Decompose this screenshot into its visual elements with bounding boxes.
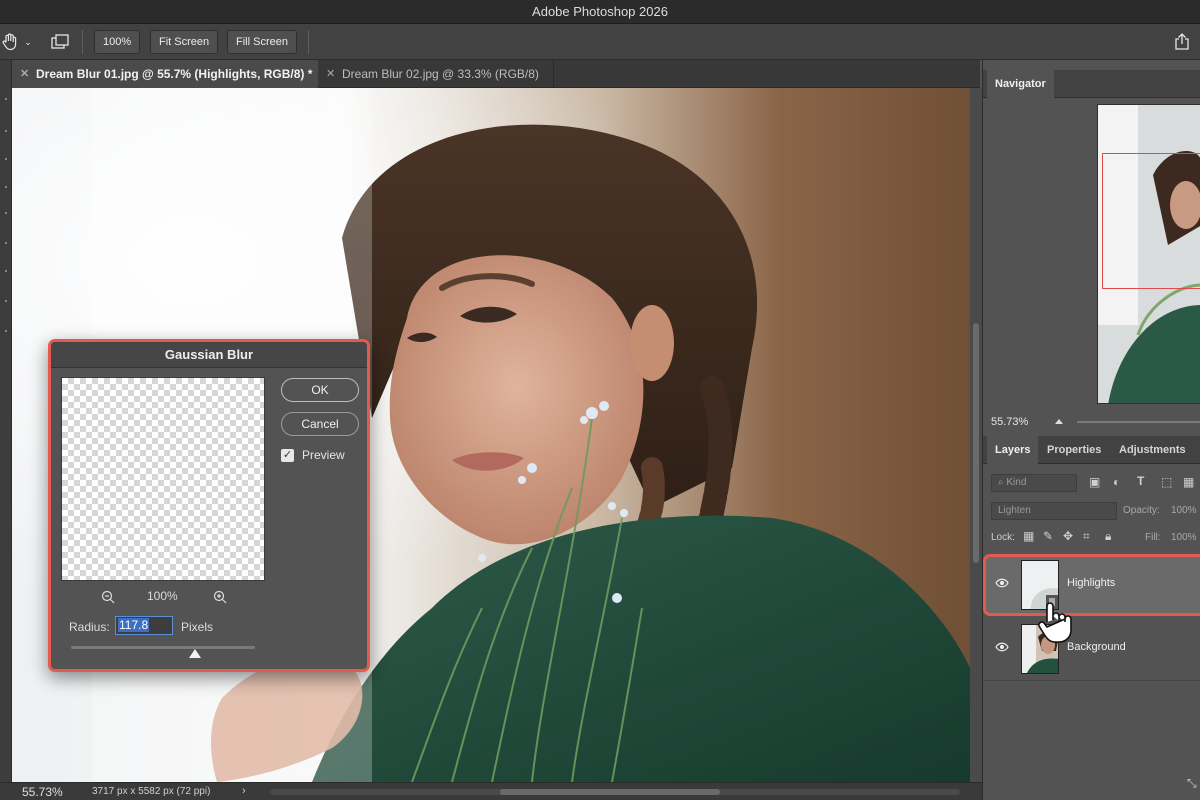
- preview-checkbox[interactable]: ✓: [281, 449, 294, 462]
- radius-label: Radius:: [69, 620, 110, 634]
- dialog-title: Gaussian Blur: [51, 342, 367, 368]
- vertical-scrollbar[interactable]: [970, 88, 982, 782]
- separator: [308, 30, 309, 54]
- navigator-zoom-slider[interactable]: [1047, 412, 1200, 428]
- opacity-value[interactable]: 100%: [1171, 505, 1197, 516]
- fill-value[interactable]: 100%: [1171, 532, 1197, 543]
- separator: [82, 30, 83, 54]
- tab-dream-blur-01[interactable]: ✕ Dream Blur 01.jpg @ 55.7% (Highlights,…: [12, 60, 318, 88]
- radius-unit: Pixels: [181, 620, 214, 634]
- tab-adjustments[interactable]: Adjustments: [1111, 436, 1194, 464]
- image-filter-icon[interactable]: ▣: [1089, 475, 1100, 489]
- tab-navigator[interactable]: Navigator: [987, 70, 1054, 98]
- gaussian-blur-dialog: Gaussian Blur OK Cancel ✓ Preview 100% R…: [48, 339, 370, 672]
- shape-filter-icon[interactable]: ⬚: [1161, 475, 1172, 489]
- type-filter-icon[interactable]: T: [1137, 474, 1144, 488]
- lock-paint-icon[interactable]: ✎: [1043, 529, 1053, 543]
- share-icon[interactable]: [1170, 30, 1194, 54]
- opacity-label: Opacity:: [1123, 505, 1160, 516]
- document-tabs: ✕ Dream Blur 01.jpg @ 55.7% (Highlights,…: [12, 60, 980, 88]
- blend-mode-value: Lighten: [998, 505, 1031, 516]
- layers-tabs: Layers Properties Adjustments: [983, 436, 1200, 464]
- close-icon[interactable]: ✕: [326, 60, 335, 88]
- right-panels: Navigator 55.73% Layers Properties Adjus…: [982, 60, 1200, 800]
- document-dimensions: 3717 px x 5582 px (72 ppi): [92, 786, 211, 797]
- adjustment-filter-icon[interactable]: ◐: [1113, 475, 1120, 489]
- radius-input[interactable]: 117.8: [115, 616, 173, 635]
- pointer-hand-icon: [1038, 602, 1072, 643]
- fill-screen-button[interactable]: Fill Screen: [227, 30, 297, 54]
- lock-transparent-icon[interactable]: ▦: [1023, 529, 1034, 543]
- layer-divider: [983, 680, 1200, 681]
- tool-strip[interactable]: [0, 60, 12, 782]
- status-menu-arrow[interactable]: ›: [242, 785, 246, 797]
- eye-icon[interactable]: [995, 578, 1009, 588]
- scrollbar-thumb[interactable]: [973, 323, 979, 563]
- tab-layers[interactable]: Layers: [987, 436, 1039, 464]
- zoom-100-button[interactable]: 100%: [94, 30, 141, 54]
- tab-dream-blur-02[interactable]: ✕ Dream Blur 02.jpg @ 33.3% (RGB/8): [318, 60, 554, 88]
- layer-filter-icons: ▣ ◐ T ⬚ ▦: [1087, 474, 1197, 492]
- filter-kind-label: Kind: [1006, 477, 1027, 488]
- layer-row-background[interactable]: Background: [983, 618, 1200, 680]
- chevron-down-icon[interactable]: ⌄: [22, 34, 34, 50]
- radius-slider-thumb[interactable]: [189, 649, 201, 658]
- layer-name[interactable]: Background: [1067, 641, 1126, 653]
- lock-icons: ▦ ✎ ✥ ⌗ 🔒︎: [1023, 529, 1123, 545]
- navigator-tabs: Navigator: [983, 70, 1200, 98]
- lock-position-icon[interactable]: ✥: [1063, 529, 1073, 543]
- lock-artboard-icon[interactable]: ⌗: [1083, 529, 1090, 544]
- tab-label: Dream Blur 01.jpg @ 55.7% (Highlights, R…: [36, 67, 313, 81]
- close-icon[interactable]: ✕: [20, 60, 29, 88]
- panel-corner-icon[interactable]: ⤡: [1187, 776, 1197, 791]
- options-bar: ⌄ 100% Fit Screen Fill Screen: [0, 24, 1200, 60]
- scrollbar-thumb[interactable]: [500, 789, 720, 795]
- layer-name[interactable]: Highlights: [1067, 577, 1115, 589]
- cancel-button[interactable]: Cancel: [281, 412, 359, 436]
- status-zoom[interactable]: 55.73%: [22, 785, 63, 799]
- tab-properties[interactable]: Properties: [1039, 436, 1109, 464]
- radius-value: 117.8: [118, 618, 150, 632]
- zoom-out-icon[interactable]: [101, 590, 115, 604]
- zoom-in-icon[interactable]: [213, 590, 227, 604]
- navigator-zoom[interactable]: 55.73%: [991, 416, 1028, 428]
- status-bar: 55.73% 3717 px x 5582 px (72 ppi) ›: [0, 782, 982, 800]
- title-bar: Adobe Photoshop 2026: [0, 0, 1200, 24]
- layer-filter-kind[interactable]: ⌕ Kind: [991, 474, 1077, 492]
- search-icon: ⌕: [998, 477, 1004, 488]
- preview-label: Preview: [302, 448, 345, 462]
- app-title: Adobe Photoshop 2026: [532, 4, 668, 19]
- layer-row-highlights[interactable]: Highlights: [983, 554, 1200, 616]
- ok-button[interactable]: OK: [281, 378, 359, 402]
- hand-icon[interactable]: [0, 30, 20, 54]
- navigator-preview[interactable]: [1097, 104, 1200, 404]
- radius-slider-track[interactable]: [71, 646, 255, 649]
- blur-preview[interactable]: [61, 377, 265, 581]
- blend-mode-select[interactable]: Lighten: [991, 502, 1117, 520]
- navigator-view-box[interactable]: [1102, 153, 1200, 289]
- fill-label: Fill:: [1145, 532, 1161, 543]
- eye-icon[interactable]: [995, 642, 1009, 652]
- fit-screen-button[interactable]: Fit Screen: [150, 30, 219, 54]
- tab-label: Dream Blur 02.jpg @ 33.3% (RGB/8): [342, 67, 539, 81]
- lock-label: Lock:: [991, 532, 1015, 543]
- lock-all-icon[interactable]: 🔒︎: [1105, 529, 1111, 544]
- smart-object-filter-icon[interactable]: ▦: [1183, 475, 1194, 489]
- screen-mode-icon[interactable]: [50, 32, 70, 52]
- preview-zoom-level: 100%: [147, 589, 178, 603]
